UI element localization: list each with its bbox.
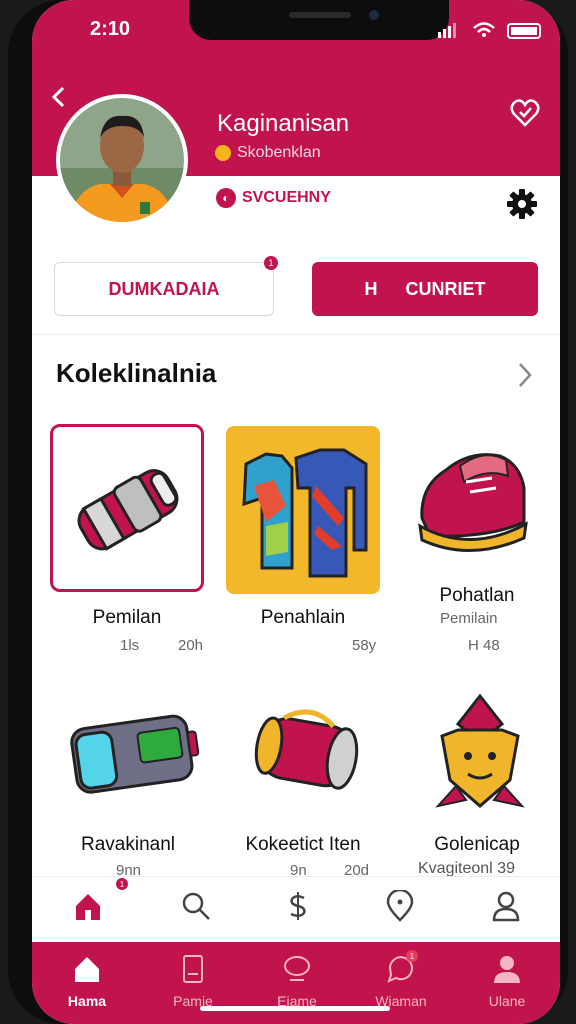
home-tab-badge: 1	[116, 878, 128, 890]
collection-item-4[interactable]	[56, 690, 210, 820]
item-3-meta-right: H 48	[468, 637, 500, 654]
nav-item-5[interactable]: Ulane	[462, 954, 552, 1009]
item-1-meta-right: 20h	[178, 637, 204, 654]
item-2-label: Penahlain	[260, 607, 346, 628]
item-2-image	[242, 448, 368, 578]
item-3-meta-left: Pemilain	[440, 610, 498, 627]
primary-button-label: CUNRIET	[405, 278, 486, 299]
profile-subtitle: Skobenklan	[215, 144, 321, 162]
item-2-meta-right: 58y	[352, 637, 377, 654]
collection-item-6[interactable]	[406, 690, 560, 818]
collection-item-1[interactable]	[50, 424, 204, 592]
divider	[32, 334, 560, 335]
heart-icon[interactable]	[508, 96, 542, 130]
search-icon[interactable]	[180, 890, 212, 922]
status-icons	[438, 22, 541, 39]
item-1-meta-left: 1ls	[120, 637, 140, 654]
secondary-button[interactable]: DUMKADAIA	[54, 262, 274, 316]
home-indicator[interactable]	[200, 1006, 390, 1011]
secondary-button-badge: 1	[264, 256, 278, 270]
avatar[interactable]	[56, 94, 188, 226]
profile-name: Kaginanisan	[217, 110, 350, 137]
map-pin-icon[interactable]	[384, 890, 416, 922]
section-title: Koleklinalnia	[56, 358, 217, 388]
nav-user-icon	[494, 956, 520, 983]
home-icon[interactable]	[72, 890, 104, 922]
status-time: 2:10	[90, 18, 131, 40]
collection-item-3[interactable]	[400, 426, 554, 594]
item-6-label: Golenicap	[434, 834, 520, 855]
badge-icon: ◐	[216, 188, 236, 208]
badge-row[interactable]: ◐ SVCUEHNY	[216, 188, 331, 208]
item-6-image	[435, 693, 525, 808]
gear-icon[interactable]	[506, 188, 538, 220]
chevron-right-icon[interactable]	[518, 362, 532, 388]
camera	[369, 10, 379, 20]
nav-label-home: Hama	[67, 993, 107, 1009]
user-icon[interactable]	[490, 890, 522, 922]
item-1-label: Pemilan	[92, 607, 162, 628]
notch	[189, 0, 449, 40]
collection-item-5[interactable]	[228, 692, 382, 818]
item-4-label: Ravakinanl	[81, 834, 175, 855]
primary-button-icon: H	[364, 278, 378, 299]
badge-label: SVCUEHNY	[242, 189, 331, 206]
nav-item-2[interactable]: Pamie	[148, 954, 238, 1009]
profile-subtitle-text: Skobenklan	[237, 144, 321, 161]
nav-item-home[interactable]: Hama	[42, 954, 132, 1009]
screen: 2:10 Kaginanisan Skobenklan ◐ SVCUEHNY D…	[32, 0, 560, 1024]
item-3-image	[418, 453, 528, 552]
nav-label-5: Ulane	[488, 993, 526, 1009]
nav-item-4[interactable]: Wiaman	[356, 954, 446, 1009]
item-5-image	[254, 709, 359, 790]
nav-chat-icon	[284, 956, 310, 981]
avatar-photo	[60, 98, 184, 222]
speaker	[289, 12, 351, 18]
nav-item-3[interactable]: Eiame	[252, 954, 342, 1009]
item-5-label: Kokeetict Iten	[245, 834, 361, 855]
coin-icon	[215, 145, 231, 161]
nav-home-icon	[75, 957, 99, 982]
primary-button[interactable]: H CUNRIET	[312, 262, 538, 316]
nav-item-4-badge: 1	[406, 950, 418, 962]
nav-tablet-icon	[183, 955, 203, 983]
item-1-image	[77, 469, 179, 551]
phone-frame: 2:10 Kaginanisan Skobenklan ◐ SVCUEHNY D…	[8, 0, 568, 1024]
collection-item-2[interactable]	[226, 426, 380, 594]
item-4-image	[70, 714, 200, 794]
item-3-label: Pohatlan	[439, 585, 515, 606]
dollar-icon[interactable]	[282, 890, 314, 922]
